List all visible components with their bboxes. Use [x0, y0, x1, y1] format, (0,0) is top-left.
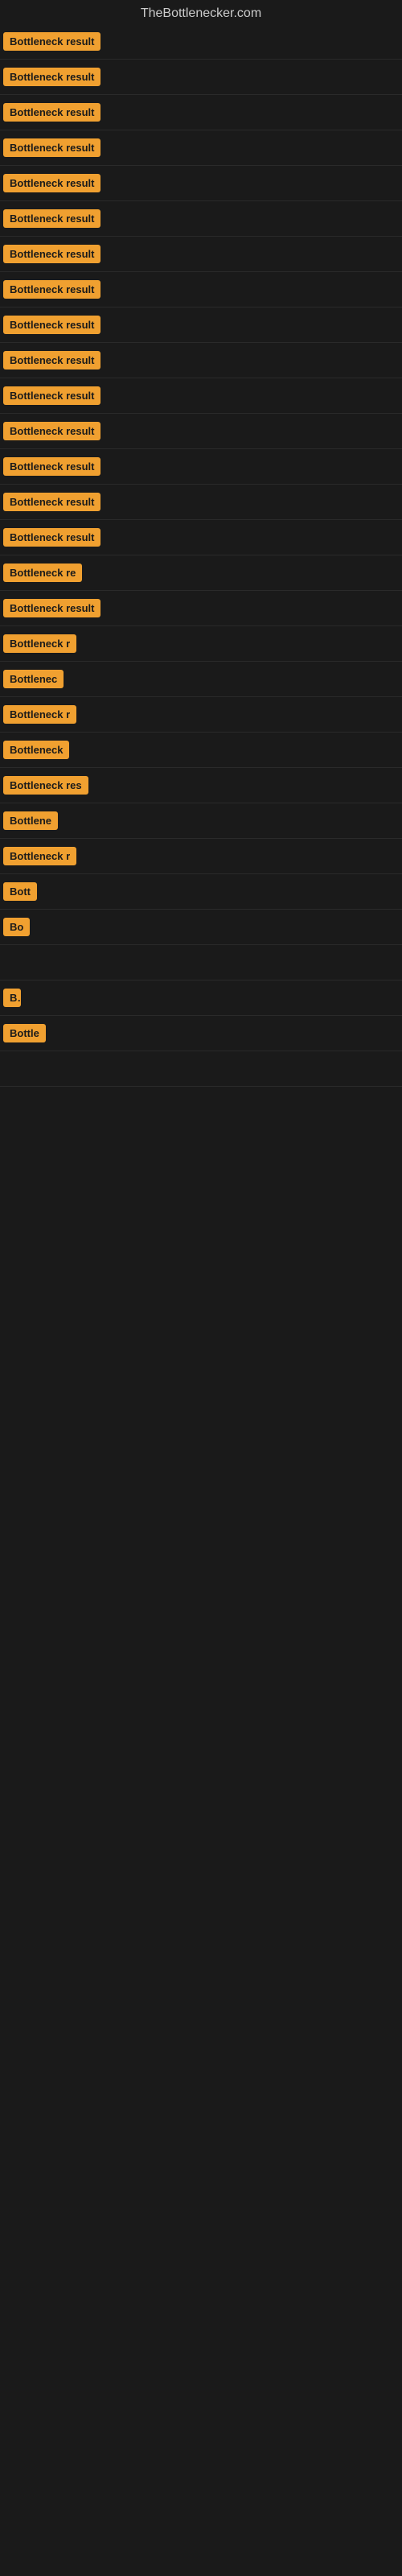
- result-row: Bottleneck result: [0, 449, 402, 485]
- bottleneck-result-badge[interactable]: Bottleneck result: [3, 422, 100, 440]
- bottleneck-result-badge[interactable]: Bottleneck result: [3, 245, 100, 263]
- site-header: TheBottlenecker.com: [0, 0, 402, 24]
- bottleneck-result-badge[interactable]: Bottleneck r: [3, 847, 76, 865]
- result-row: Bottleneck result: [0, 95, 402, 130]
- result-row: Bottleneck: [0, 733, 402, 768]
- bottleneck-result-badge[interactable]: Bottleneck result: [3, 386, 100, 405]
- result-row: Bottleneck result: [0, 24, 402, 60]
- bottleneck-result-badge[interactable]: Bottleneck r: [3, 634, 76, 653]
- result-row: Bottleneck result: [0, 60, 402, 95]
- result-row: Bottleneck result: [0, 485, 402, 520]
- bottleneck-result-badge[interactable]: Bottlenec: [3, 670, 64, 688]
- bottleneck-result-badge[interactable]: Bottleneck: [3, 741, 69, 759]
- result-row: Bottlenec: [0, 662, 402, 697]
- bottleneck-result-badge[interactable]: Bottle: [3, 1024, 46, 1042]
- bottleneck-result-badge[interactable]: Bottleneck result: [3, 280, 100, 299]
- bottleneck-result-badge[interactable]: Bottleneck re: [3, 564, 82, 582]
- result-row: Bottleneck result: [0, 308, 402, 343]
- bottleneck-result-badge[interactable]: B: [3, 989, 21, 1007]
- result-row: B: [0, 980, 402, 1016]
- result-row: Bottleneck result: [0, 237, 402, 272]
- result-row: Bottleneck result: [0, 272, 402, 308]
- bottleneck-result-badge[interactable]: Bottleneck r: [3, 705, 76, 724]
- result-row: Bottleneck result: [0, 520, 402, 555]
- result-row: [0, 945, 402, 980]
- bottleneck-result-badge[interactable]: Bottleneck result: [3, 174, 100, 192]
- result-row: Bottleneck result: [0, 343, 402, 378]
- site-title: TheBottlenecker.com: [141, 6, 261, 20]
- bottleneck-result-badge[interactable]: Bottleneck result: [3, 599, 100, 617]
- result-row: [0, 1051, 402, 1087]
- result-row: Bottleneck result: [0, 414, 402, 449]
- bottleneck-result-badge[interactable]: Bottleneck result: [3, 209, 100, 228]
- result-row: Bottleneck result: [0, 166, 402, 201]
- bottleneck-result-badge[interactable]: Bo: [3, 918, 30, 936]
- bottleneck-result-badge[interactable]: Bottleneck result: [3, 528, 100, 547]
- result-row: Bottle: [0, 1016, 402, 1051]
- bottleneck-result-badge[interactable]: Bottleneck result: [3, 103, 100, 122]
- result-row: Bottleneck result: [0, 201, 402, 237]
- result-row: Bottleneck r: [0, 839, 402, 874]
- result-row: Bottleneck result: [0, 378, 402, 414]
- bottleneck-result-badge[interactable]: Bottleneck result: [3, 68, 100, 86]
- result-row: Bottleneck r: [0, 697, 402, 733]
- bottleneck-result-badge[interactable]: Bottleneck result: [3, 457, 100, 476]
- bottleneck-result-badge[interactable]: Bottleneck result: [3, 32, 100, 51]
- result-row: Bottleneck re: [0, 555, 402, 591]
- result-row: Bottleneck result: [0, 130, 402, 166]
- bottleneck-result-badge[interactable]: Bottleneck result: [3, 138, 100, 157]
- result-row: Bottleneck res: [0, 768, 402, 803]
- result-row: Bottlene: [0, 803, 402, 839]
- result-row: Bottleneck result: [0, 591, 402, 626]
- bottleneck-result-badge[interactable]: Bott: [3, 882, 37, 901]
- result-row: Bottleneck r: [0, 626, 402, 662]
- bottleneck-result-badge[interactable]: Bottleneck result: [3, 493, 100, 511]
- result-row: Bott: [0, 874, 402, 910]
- result-row: Bo: [0, 910, 402, 945]
- bottleneck-result-badge[interactable]: Bottlene: [3, 811, 58, 830]
- bottleneck-result-badge[interactable]: Bottleneck res: [3, 776, 88, 795]
- bottleneck-result-badge[interactable]: Bottleneck result: [3, 316, 100, 334]
- bottleneck-result-badge[interactable]: Bottleneck result: [3, 351, 100, 369]
